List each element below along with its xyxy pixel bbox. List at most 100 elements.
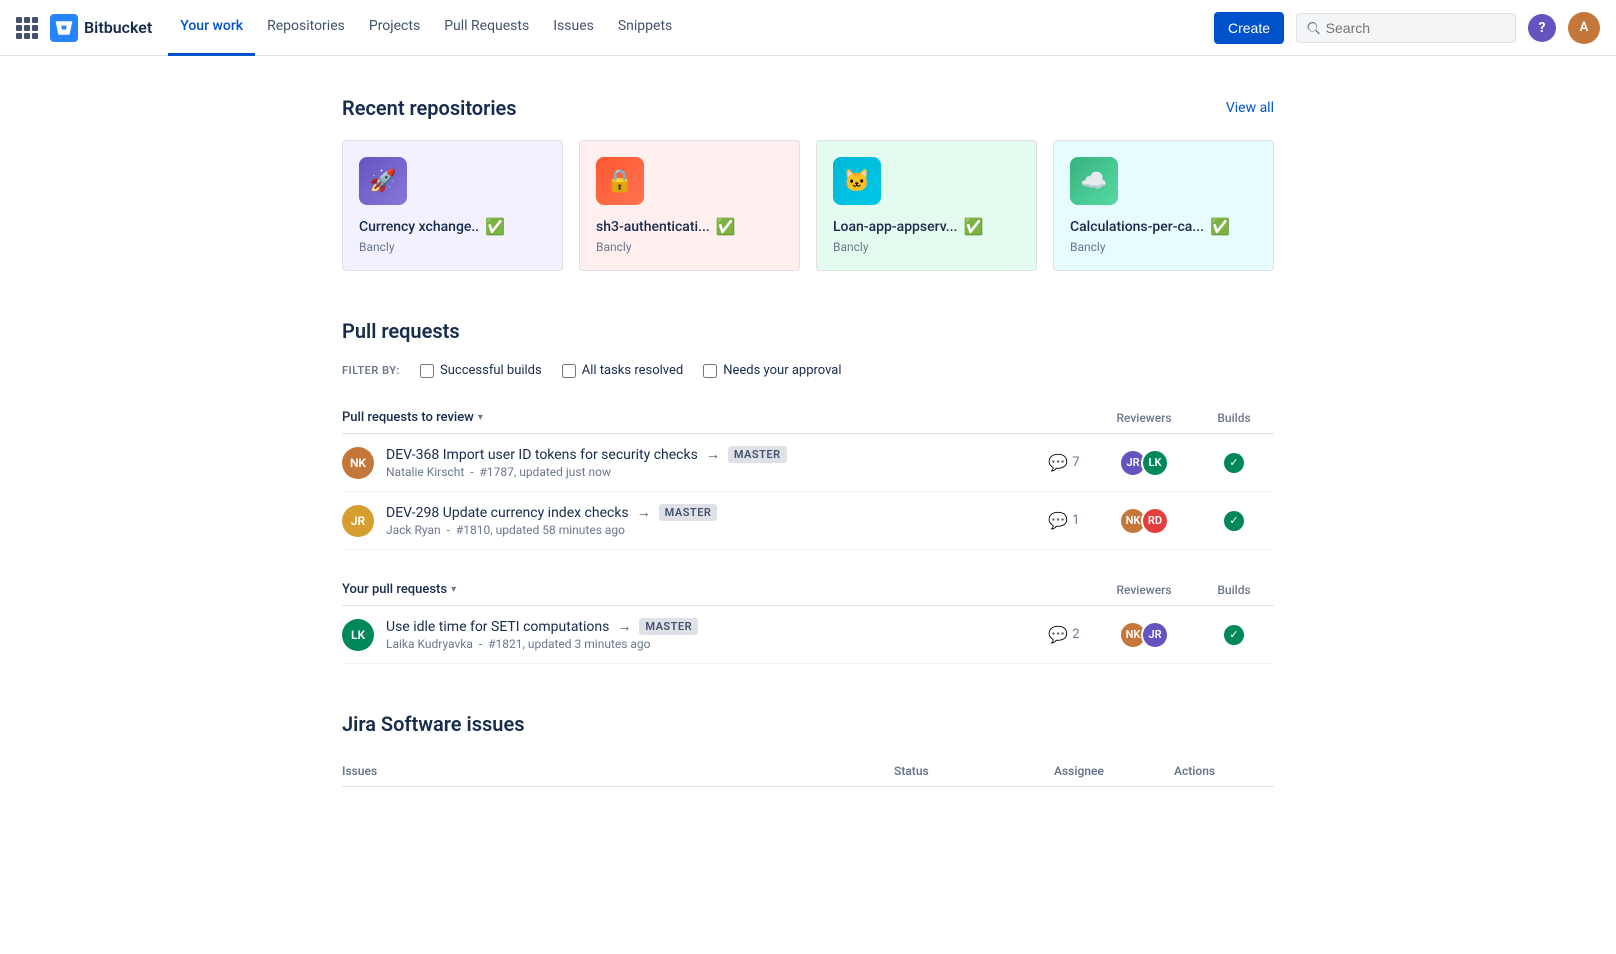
grid-icon[interactable]: [16, 17, 38, 39]
reviewer-avatars-368: JR LK: [1119, 449, 1169, 477]
filter-successful-builds-checkbox[interactable]: [420, 364, 434, 378]
jira-col-status-label: Status: [894, 764, 1054, 778]
nav-projects[interactable]: Projects: [357, 0, 432, 56]
recent-repos-section: Recent repositories View all 🚀 Currency …: [342, 96, 1274, 271]
filter-needs-your-approval-checkbox[interactable]: [703, 364, 717, 378]
pr-row-298[interactable]: JR DEV-298 Update currency index checks …: [342, 492, 1274, 550]
reviewer-avatar-1-368: LK: [1141, 449, 1169, 477]
filter-needs-your-approval[interactable]: Needs your approval: [703, 363, 841, 378]
pr-builds-368: ✓: [1194, 453, 1274, 473]
filter-needs-your-approval-label: Needs your approval: [723, 363, 841, 378]
pr-comment-count-seti: 2: [1072, 627, 1079, 642]
comment-icon-seti: 💬: [1048, 625, 1068, 644]
bitbucket-logo-svg: [55, 19, 73, 37]
pr-branch-badge-368: MASTER: [728, 446, 787, 463]
repo-card-2[interactable]: 🐱 Loan-app-appserv... ✅ Bancly: [816, 140, 1037, 271]
build-success-icon-298: ✓: [1224, 511, 1244, 531]
col-reviewers-label-0: Reviewers: [1094, 411, 1194, 425]
pr-title-row-298: DEV-298 Update currency index checks → M…: [386, 504, 1034, 521]
build-success-icon-368: ✓: [1224, 453, 1244, 473]
pr-info-298: DEV-298 Update currency index checks → M…: [386, 504, 1034, 537]
repo-workspace-3: Bancly: [1070, 240, 1257, 254]
nav-your-work[interactable]: Your work: [168, 0, 255, 56]
pr-branch-badge-seti: MASTER: [639, 618, 698, 635]
repo-cards-grid: 🚀 Currency xchange.. ✅ Bancly 🔒 sh3-auth…: [342, 140, 1274, 271]
reviewer-avatars-298: NK RD: [1119, 507, 1169, 535]
logo-text: Bitbucket: [84, 18, 152, 37]
pr-group-header-your-prs: Your pull requests ▾ Reviewers Builds: [342, 574, 1274, 606]
recent-repos-header: Recent repositories View all: [342, 96, 1274, 120]
jira-col-issues-label: Issues: [342, 764, 894, 778]
jira-col-actions-label: Actions: [1174, 764, 1274, 778]
repo-icon-2: 🐱: [833, 157, 881, 205]
nav-snippets[interactable]: Snippets: [606, 0, 684, 56]
reviewer-avatar-1-298: RD: [1141, 507, 1169, 535]
pull-requests-section: Pull requests FILTER BY: Successful buil…: [342, 319, 1274, 664]
user-avatar[interactable]: A: [1568, 12, 1600, 44]
repo-name-row-1: sh3-authenticati... ✅: [596, 217, 783, 236]
pr-author-368: Natalie Kirscht: [386, 465, 464, 479]
help-button[interactable]: ?: [1528, 14, 1556, 42]
pr-info-368: DEV-368 Import user ID tokens for securi…: [386, 446, 1034, 479]
logo[interactable]: Bitbucket: [50, 14, 152, 42]
pr-group-title-to-review[interactable]: Pull requests to review ▾: [342, 410, 483, 425]
create-button[interactable]: Create: [1214, 12, 1284, 44]
pr-comment-count-298: 1: [1072, 513, 1079, 528]
repo-name-row-2: Loan-app-appserv... ✅: [833, 217, 1020, 236]
repo-workspace-1: Bancly: [596, 240, 783, 254]
nav-links: Your work Repositories Projects Pull Req…: [168, 0, 684, 56]
build-success-icon-seti: ✓: [1224, 625, 1244, 645]
filter-successful-builds[interactable]: Successful builds: [420, 363, 542, 378]
pr-title-row-seti: Use idle time for SETI computations → MA…: [386, 618, 1034, 635]
pr-meta-seti: Laika Kudryavka - #1821, updated 3 minut…: [386, 637, 1034, 651]
repo-verified-1: ✅: [716, 217, 736, 236]
nav-pull-requests[interactable]: Pull Requests: [432, 0, 541, 56]
nav-repositories[interactable]: Repositories: [255, 0, 357, 56]
pr-group-your-prs: Your pull requests ▾ Reviewers Builds LK…: [342, 574, 1274, 664]
repo-card-1[interactable]: 🔒 sh3-authenticati... ✅ Bancly: [579, 140, 800, 271]
pull-requests-title: Pull requests: [342, 319, 1274, 343]
jira-issues-title: Jira Software issues: [342, 712, 1274, 736]
filter-row: FILTER BY: Successful builds All tasks r…: [342, 363, 1274, 378]
pr-group-title-your-prs[interactable]: Your pull requests ▾: [342, 582, 456, 597]
repo-verified-0: ✅: [485, 217, 505, 236]
pr-author-298: Jack Ryan: [386, 523, 441, 537]
pr-comments-298: 💬 1: [1034, 511, 1094, 530]
nav-issues[interactable]: Issues: [541, 0, 606, 56]
pr-comment-count-368: 7: [1072, 455, 1079, 470]
reviewer-avatars-seti: NK JR: [1119, 621, 1169, 649]
filter-all-tasks-resolved-checkbox[interactable]: [562, 364, 576, 378]
navbar-left: Bitbucket: [16, 14, 168, 42]
search-input[interactable]: [1326, 20, 1505, 36]
jira-table-header: Issues Status Assignee Actions: [342, 756, 1274, 787]
pr-columns-your-prs: Reviewers Builds: [1094, 583, 1274, 597]
pr-title-368: DEV-368 Import user ID tokens for securi…: [386, 447, 698, 463]
pr-title-298: DEV-298 Update currency index checks: [386, 505, 629, 521]
view-all-repos-link[interactable]: View all: [1226, 100, 1274, 116]
pr-group-header-to-review: Pull requests to review ▾ Reviewers Buil…: [342, 402, 1274, 434]
repo-card-3[interactable]: ☁️ Calculations-per-ca... ✅ Bancly: [1053, 140, 1274, 271]
pr-reviewers-298: NK RD: [1094, 507, 1194, 535]
pr-reviewers-seti: NK JR: [1094, 621, 1194, 649]
comment-icon-298: 💬: [1048, 511, 1068, 530]
jira-col-assignee-label: Assignee: [1054, 764, 1174, 778]
pr-group-title-text-to-review: Pull requests to review: [342, 410, 474, 425]
filter-all-tasks-resolved[interactable]: All tasks resolved: [562, 363, 684, 378]
repo-card-0[interactable]: 🚀 Currency xchange.. ✅ Bancly: [342, 140, 563, 271]
pr-comments-seti: 💬 2: [1034, 625, 1094, 644]
pr-row-368[interactable]: NK DEV-368 Import user ID tokens for sec…: [342, 434, 1274, 492]
pr-columns-to-review: Reviewers Builds: [1094, 411, 1274, 425]
repo-workspace-0: Bancly: [359, 240, 546, 254]
pr-number-298: #1810: [456, 523, 490, 537]
repo-icon-3: ☁️: [1070, 157, 1118, 205]
pr-row-seti[interactable]: LK Use idle time for SETI computations →…: [342, 606, 1274, 664]
repo-name-0: Currency xchange..: [359, 219, 479, 235]
chevron-down-icon-2: ▾: [451, 584, 456, 595]
col-builds-label-1: Builds: [1194, 583, 1274, 597]
repo-name-row-0: Currency xchange.. ✅: [359, 217, 546, 236]
repo-workspace-2: Bancly: [833, 240, 1020, 254]
search-icon: [1307, 21, 1320, 35]
repo-name-3: Calculations-per-ca...: [1070, 219, 1204, 235]
recent-repos-title: Recent repositories: [342, 96, 517, 120]
repo-name-2: Loan-app-appserv...: [833, 219, 957, 235]
